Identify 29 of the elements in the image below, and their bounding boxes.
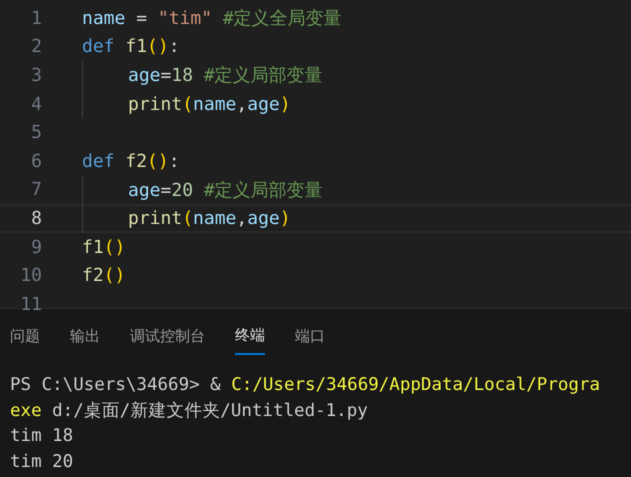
- line-number: 5: [30, 122, 42, 144]
- panel-tab[interactable]: 调试控制台: [130, 323, 205, 355]
- code-text: f1(): [82, 236, 126, 258]
- code-text: def f2():: [82, 150, 180, 172]
- line-number: 4: [30, 94, 42, 115]
- code-text: name = "tim" #定义全局变量: [82, 7, 342, 30]
- line-number: 8: [30, 208, 42, 229]
- code-text: print(name,age): [128, 94, 291, 115]
- line-number: 10: [19, 265, 42, 286]
- terminal-line: PS C:\Users\34669> & C:/Users/34669/AppData/Local/Progra: [10, 374, 602, 397]
- code-text: f2(): [82, 265, 126, 286]
- terminal-line: tim 18: [10, 425, 74, 448]
- panel-tab[interactable]: 端口: [295, 323, 325, 355]
- code-text: def f1():: [82, 36, 180, 58]
- terminal-line: exe d:/桌面/新建文件夹/Untitled-1.py: [10, 400, 369, 422]
- panel-tab[interactable]: 终端: [235, 323, 265, 355]
- panel-tab[interactable]: 输出: [70, 323, 100, 355]
- line-number: 7: [30, 179, 42, 200]
- line-number: 6: [30, 150, 42, 172]
- code-text: age=20 #定义局部变量: [128, 178, 323, 202]
- terminal-line: tim 20: [10, 450, 74, 474]
- line-number: 9: [30, 236, 42, 258]
- code-text: print(name,age): [128, 208, 291, 229]
- line-number: 3: [30, 64, 42, 86]
- line-number: 2: [30, 36, 42, 58]
- code-text: age=18 #定义局部变量: [128, 64, 323, 88]
- line-number: 11: [19, 294, 42, 315]
- panel-tab[interactable]: 问题: [10, 323, 40, 355]
- line-number: 1: [30, 8, 42, 29]
